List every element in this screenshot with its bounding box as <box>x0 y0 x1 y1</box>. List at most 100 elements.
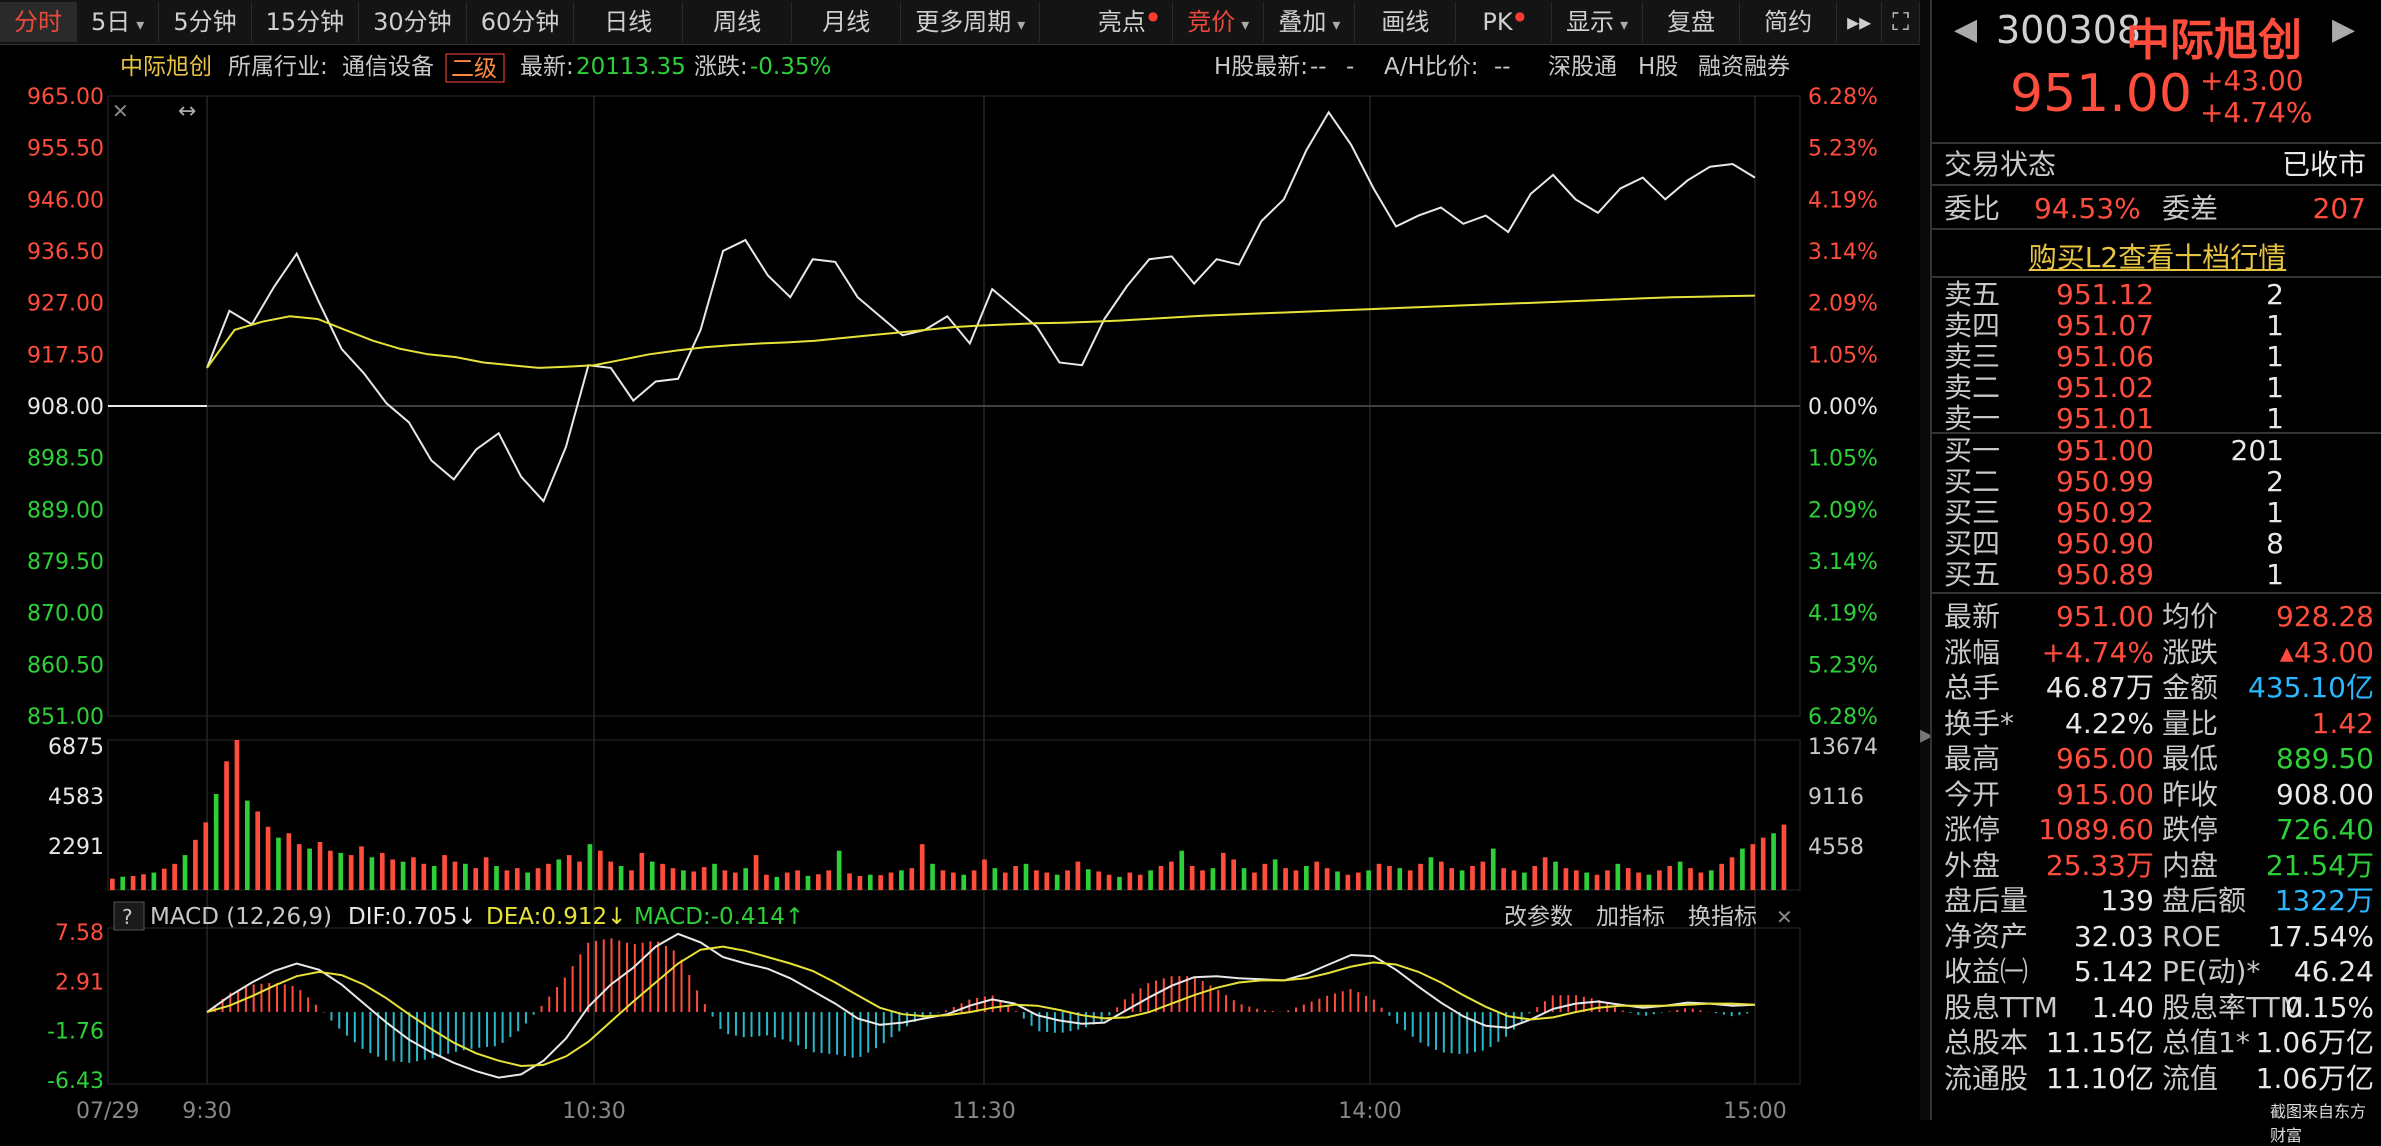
volume-bar <box>390 859 396 890</box>
link-sz-connect[interactable]: 深股通 <box>1548 54 1617 80</box>
volume-bar <box>919 844 925 890</box>
volume-bar <box>1615 863 1621 890</box>
volume-bar <box>1729 857 1735 890</box>
volume-bar <box>151 872 157 890</box>
prev-stock-icon[interactable]: ◀ <box>1954 12 1977 47</box>
bid-row: 买三 950.92 1 <box>1944 498 2374 528</box>
stat-row: 外盘 25.33万 内盘 21.54万 <box>1944 850 2374 881</box>
volume-bar <box>691 871 697 890</box>
tab-intraday[interactable]: 分时 <box>0 2 77 42</box>
stat-value: 1.06万亿 <box>2255 1061 2374 1095</box>
stock-name: 中际旭创 <box>2126 15 2302 66</box>
tab-5min[interactable]: 5分钟 <box>159 2 252 42</box>
volume-bar <box>639 852 645 890</box>
volume-bar <box>681 870 686 890</box>
draw-line-button[interactable]: 画线 <box>1355 2 1457 42</box>
replay-button[interactable]: 复盘 <box>1643 2 1741 42</box>
overlay-button[interactable]: 叠加 <box>1264 2 1356 42</box>
info-industry[interactable]: 通信设备 <box>342 54 434 80</box>
help-icon[interactable]: ? <box>122 905 133 929</box>
close-macd-icon[interactable]: ✕ <box>1776 905 1793 929</box>
volume-bar <box>1657 870 1662 890</box>
info-ah: -- <box>1494 54 1511 80</box>
tab-30min[interactable]: 30分钟 <box>359 2 467 42</box>
stock-code: 300308 <box>1996 8 2142 52</box>
macd-tick-label: -6.43 <box>47 1069 104 1094</box>
link-hshare[interactable]: H股 <box>1638 54 1678 80</box>
panel-splitter[interactable]: ▸ <box>1920 0 1933 1120</box>
percent-tick-label: 4.19% <box>1808 188 1878 213</box>
pk-button[interactable]: PK <box>1456 2 1553 42</box>
percent-tick-label: 1.05% <box>1808 447 1878 472</box>
stat-row: 涨停 1089.60 跌停 726.40 <box>1944 815 2374 845</box>
tab-daily[interactable]: 日线 <box>574 2 684 42</box>
volume-bar <box>795 870 800 890</box>
volume-bar <box>276 837 281 890</box>
volume-bar <box>452 861 458 890</box>
volume-bar <box>1314 861 1320 890</box>
bid-volume: 1 <box>2266 558 2284 591</box>
link-margin[interactable]: 融资融券 <box>1698 54 1790 80</box>
macd-label[interactable]: MACD (12,26,9) <box>150 904 332 930</box>
stat-value: 1.40 <box>2091 990 2154 1024</box>
volume-bar <box>732 872 738 890</box>
stat-label: 最高 <box>1944 742 2001 775</box>
stat-label: 盘后额 <box>2162 884 2247 917</box>
volume-bar <box>1470 866 1475 890</box>
price-tick-label: 946.00 <box>27 188 104 213</box>
ask-volume: 2 <box>2266 278 2284 311</box>
auction-button[interactable]: 竞价 <box>1173 2 1265 42</box>
volume-bar <box>670 868 676 890</box>
volume-bar <box>629 870 634 890</box>
volume-tick-right: 4558 <box>1808 835 1864 860</box>
ask-level-label: 卖二 <box>1944 371 2001 404</box>
next-stock-icon[interactable]: ▶ <box>2332 12 2355 47</box>
volume-bar <box>307 848 312 890</box>
tab-5day[interactable]: 5日 <box>77 2 160 42</box>
ask-row: 卖五 951.12 2 <box>1944 280 2374 310</box>
highlights-button[interactable]: 亮点 <box>1084 2 1174 42</box>
change-indicator-button[interactable]: 换指标 <box>1688 904 1757 930</box>
stat-value: 951.00 <box>2056 600 2154 633</box>
info-latest-label: 最新: <box>520 54 574 80</box>
stat-value: 965.00 <box>2056 742 2154 775</box>
volume-bar <box>182 855 188 890</box>
chart-canvas[interactable]: 中际旭创 所属行业: 通信设备 二级 最新: 20113.35 涨跌: -0.3… <box>0 44 1920 1120</box>
tab-weekly[interactable]: 周线 <box>683 2 793 42</box>
display-button[interactable]: 显示 <box>1552 2 1644 42</box>
tab-15min[interactable]: 15分钟 <box>252 2 360 42</box>
volume-bar <box>1127 872 1133 890</box>
ask-level-label: 卖五 <box>1944 278 2001 311</box>
volume-bar <box>193 839 198 890</box>
volume-bar <box>1065 870 1070 890</box>
add-indicator-button[interactable]: 加指标 <box>1596 904 1665 930</box>
simple-mode-button[interactable]: 简约 <box>1740 2 1838 42</box>
price-axis: 965.00 955.50 946.00 936.50 927.00 917.50 908.… <box>27 85 104 730</box>
info-ah-label: A/H比价: <box>1384 54 1479 80</box>
volume-bar <box>764 874 769 890</box>
volume-tick-right: 9116 <box>1808 785 1864 810</box>
stat-row: 换手* 4.22% 量比 1.42 <box>1944 706 2374 740</box>
tab-monthly[interactable]: 月线 <box>792 2 902 42</box>
change-params-button[interactable]: 改参数 <box>1504 904 1573 930</box>
volume-bar <box>296 844 302 890</box>
volume-bar <box>110 878 115 890</box>
tab-60min[interactable]: 60分钟 <box>467 2 575 42</box>
volume-bar <box>1438 861 1444 890</box>
order-diff: 207 <box>2312 192 2366 225</box>
volume-bar <box>816 874 821 890</box>
ask-row: 卖一 951.01 1 <box>1944 404 2374 434</box>
stat-value: 1.42 <box>2311 706 2374 740</box>
close-icon[interactable]: ✕ <box>112 99 129 123</box>
info-level[interactable]: 二级 <box>451 56 497 82</box>
expand-right-icon[interactable]: ▸▸ <box>1837 2 1883 42</box>
stat-label: 最低 <box>2162 742 2219 775</box>
volume-bar <box>1719 863 1724 890</box>
buy-l2-link[interactable]: 购买L2查看十档行情 <box>1932 236 2381 276</box>
info-industry-label: 所属行业: <box>228 54 328 80</box>
volume-bar <box>1169 861 1174 890</box>
volume-bar <box>1023 863 1029 890</box>
tab-more-periods[interactable]: 更多周期 <box>901 2 1041 42</box>
resize-horizontal-icon[interactable]: ↔ <box>178 99 196 124</box>
fullscreen-icon[interactable]: ⛶ <box>1882 2 1920 42</box>
